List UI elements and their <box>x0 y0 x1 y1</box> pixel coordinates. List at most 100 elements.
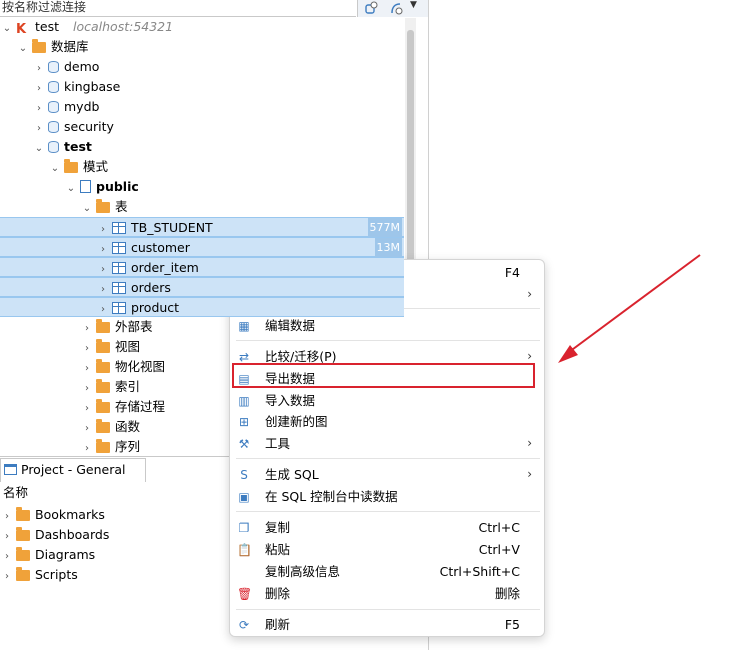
refresh-icon: ⟳ <box>238 618 250 632</box>
tree-table[interactable]: › orders <box>0 277 404 297</box>
table-icon <box>112 282 126 294</box>
collapse-icon[interactable]: ⌄ <box>50 159 60 179</box>
table-size: 13M <box>374 238 402 258</box>
expand-icon[interactable]: › <box>82 419 92 439</box>
menu-item[interactable]: ⚒ 工具 › <box>230 433 546 454</box>
tree-table[interactable]: › product <box>0 297 404 317</box>
expand-icon[interactable]: › <box>34 79 44 99</box>
tree-tables-folder[interactable]: ⌄ 表 <box>82 197 128 217</box>
tree-database[interactable]: › security <box>34 117 114 137</box>
folder-icon <box>96 359 110 373</box>
tree-table[interactable]: › TB_STUDENT 577M <box>0 217 404 238</box>
red-arrow-annotation <box>558 254 701 363</box>
project-item[interactable]: › Bookmarks <box>2 505 105 525</box>
menu-separator <box>236 458 540 459</box>
tree-database[interactable]: › kingbase <box>34 77 120 97</box>
tree-folder[interactable]: › 视图 <box>82 337 140 357</box>
sql-icon: S <box>240 468 248 482</box>
menu-item[interactable]: ⊞ 创建新的图 <box>230 411 546 432</box>
submenu-arrow-icon: › <box>527 467 532 481</box>
project-item[interactable]: › Diagrams <box>2 545 95 565</box>
submenu-arrow-icon: › <box>527 287 532 301</box>
folder-icon <box>96 199 110 213</box>
expand-icon[interactable]: › <box>34 99 44 119</box>
compare-icon: ⇄ <box>238 350 250 364</box>
tree-connection[interactable]: ⌄ Ktest localhost:54321 <box>2 17 173 37</box>
collapse-icon[interactable]: ⌄ <box>34 139 44 159</box>
expand-icon[interactable]: › <box>2 527 12 547</box>
export-highlight-box <box>232 363 535 388</box>
folder-icon <box>16 527 30 541</box>
menu-item[interactable]: 📋 粘贴 Ctrl+V <box>230 539 546 560</box>
tree-folder[interactable]: › 索引 <box>82 377 140 397</box>
expand-icon[interactable]: › <box>34 119 44 139</box>
expand-icon[interactable]: › <box>34 59 44 79</box>
tree-folder[interactable]: › 序列 <box>82 437 140 457</box>
menu-separator <box>236 511 540 512</box>
folder-icon <box>96 319 110 333</box>
table-icon <box>112 262 126 274</box>
tools-icon: ⚒ <box>238 437 250 451</box>
connect-icon[interactable] <box>364 1 378 15</box>
menu-item[interactable]: S 生成 SQL › <box>230 464 546 485</box>
expand-icon[interactable]: › <box>82 379 92 399</box>
folder-icon <box>96 339 110 353</box>
collapse-icon[interactable]: ⌄ <box>66 179 76 199</box>
expand-icon[interactable]: › <box>82 399 92 419</box>
tree-schema-public[interactable]: ⌄ public <box>66 177 139 197</box>
dropdown-icon[interactable]: ▼ <box>410 0 417 10</box>
project-item[interactable]: › Scripts <box>2 565 78 585</box>
database-icon <box>48 121 59 133</box>
project-column-header: 名称 <box>3 485 29 500</box>
collapse-icon[interactable]: ⌄ <box>2 19 12 39</box>
database-icon <box>48 81 59 93</box>
tab-project-general[interactable]: Project - General <box>0 458 146 482</box>
connection-host: localhost:54321 <box>73 19 174 34</box>
tree-folder[interactable]: › 物化视图 <box>82 357 165 377</box>
menu-item[interactable]: ⟳ 刷新 F5 <box>230 614 546 635</box>
menu-separator <box>236 340 540 341</box>
schema-icon <box>80 180 91 193</box>
collapse-icon[interactable]: ⌄ <box>82 199 92 219</box>
filter-input[interactable]: 按名称过滤连接 <box>0 0 356 17</box>
tree-database[interactable]: ⌄ test <box>34 137 92 157</box>
table-edit-icon: ▦ <box>238 319 250 333</box>
table-icon <box>112 242 126 254</box>
database-icon <box>48 141 59 153</box>
tree-table[interactable]: › customer 13M <box>0 237 404 258</box>
menu-item[interactable]: 复制高级信息 Ctrl+Shift+C <box>230 561 546 582</box>
expand-icon[interactable]: › <box>82 319 92 339</box>
expand-icon[interactable]: › <box>82 339 92 359</box>
tree-schema-folder[interactable]: ⌄ 模式 <box>50 157 108 177</box>
folder-icon <box>16 507 30 521</box>
expand-icon[interactable]: › <box>82 359 92 379</box>
tree-db-folder[interactable]: ⌄ 数据库 <box>18 37 89 57</box>
tree-folder[interactable]: › 存储过程 <box>82 397 165 417</box>
collapse-icon[interactable]: ⌄ <box>18 39 28 59</box>
tree-table[interactable]: › order_item <box>0 257 404 277</box>
expand-icon[interactable]: › <box>2 507 12 527</box>
database-icon <box>48 101 59 113</box>
window-icon <box>4 464 17 475</box>
menu-item[interactable]: 🗑 删除 删除 <box>230 583 546 604</box>
folder-icon <box>16 547 30 561</box>
folder-icon <box>32 39 46 53</box>
console-icon: ▣ <box>238 490 250 504</box>
menu-item[interactable]: ❐ 复制 Ctrl+C <box>230 517 546 538</box>
project-item[interactable]: › Dashboards <box>2 525 109 545</box>
expand-icon[interactable]: › <box>82 439 92 459</box>
tree-folder[interactable]: › 外部表 <box>82 317 153 337</box>
menu-item[interactable]: ▣ 在 SQL 控制台中读数据 <box>230 486 546 507</box>
folder-icon <box>96 399 110 413</box>
tree-folder[interactable]: › 函数 <box>82 417 140 437</box>
expand-icon[interactable]: › <box>2 547 12 567</box>
paste-icon: 📋 <box>237 543 252 557</box>
menu-item[interactable]: ▦ 编辑数据 <box>230 315 546 336</box>
tree-database[interactable]: › demo <box>34 57 99 77</box>
tree-database[interactable]: › mydb <box>34 97 99 117</box>
expand-icon[interactable]: › <box>2 567 12 587</box>
menu-item[interactable]: ▥ 导入数据 <box>230 390 546 411</box>
link-icon[interactable] <box>389 1 403 15</box>
navigator-scrollbar-thumb[interactable] <box>407 30 414 270</box>
folder-icon <box>64 159 78 173</box>
